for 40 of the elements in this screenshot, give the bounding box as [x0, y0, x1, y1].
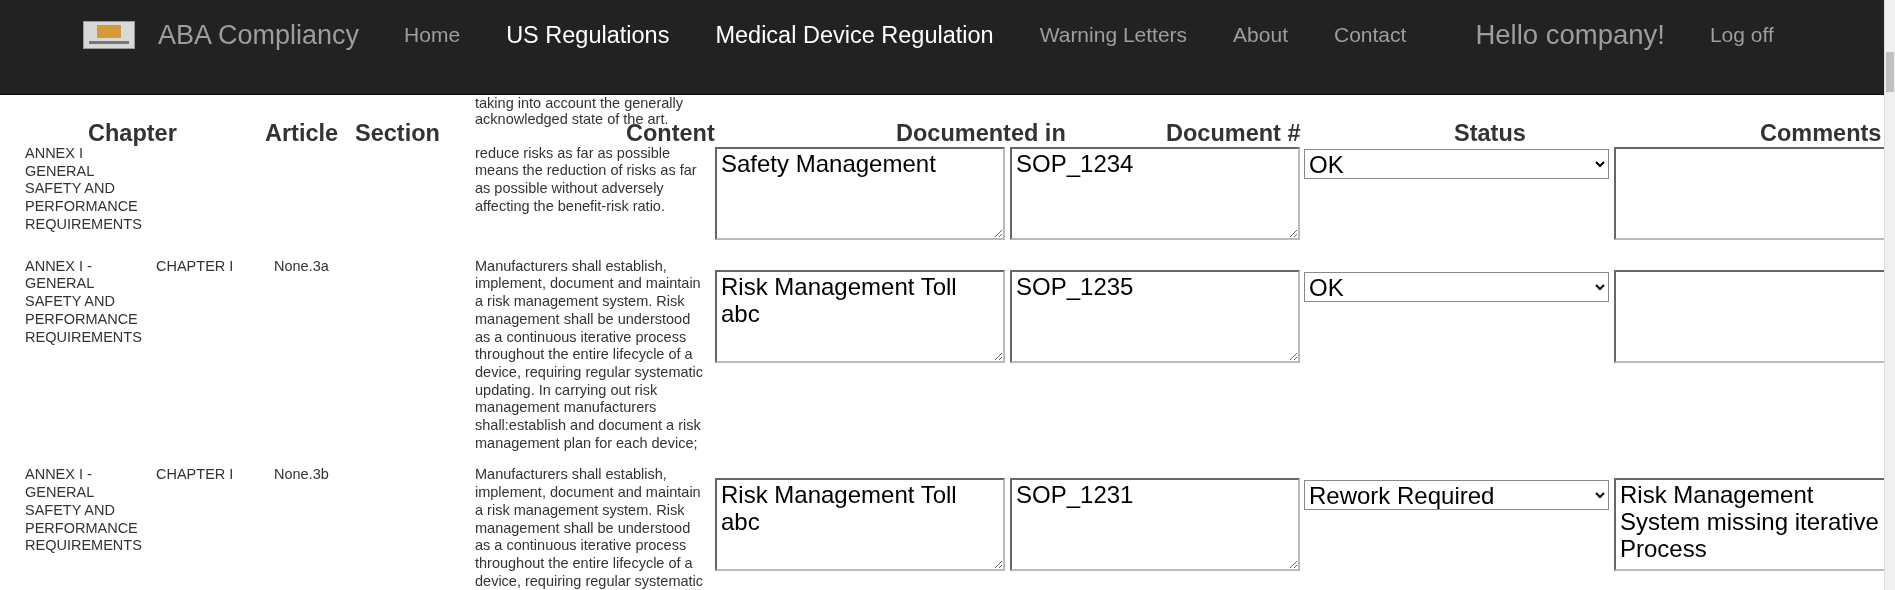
chapter-text: CHAPTER I	[156, 466, 234, 483]
documented-in-field[interactable]: Risk Management Toll abc	[715, 478, 1005, 572]
column-header: Status	[1454, 122, 1526, 144]
nav-link[interactable]: Medical Device Regulation	[715, 21, 994, 49]
logo-icon[interactable]	[83, 21, 135, 49]
column-header: Section	[355, 122, 440, 144]
documented-in-field[interactable]: Safety Management	[715, 147, 1005, 240]
column-header: Chapter	[88, 122, 177, 144]
document-number-field[interactable]: SOP_1235	[1010, 269, 1300, 363]
nav-link[interactable]: About	[1233, 23, 1288, 47]
nav-link[interactable]: Home	[404, 23, 461, 47]
brand-name[interactable]: ABA Compliancy	[158, 19, 360, 51]
column-header: Comments	[1760, 122, 1882, 144]
nav-link[interactable]: US Regulations	[506, 21, 670, 49]
chapter-text: CHAPTER I	[156, 257, 234, 274]
article-text: None.3a	[274, 257, 329, 274]
status-dropdown[interactable]: Rework Required	[1304, 480, 1609, 511]
nav-link[interactable]: Contact	[1334, 23, 1407, 47]
annex-text: ANNEX I GENERAL SAFETY AND PERFORMANCE REQUIREMENTS	[25, 145, 140, 234]
greeting-text: Hello company!	[1475, 19, 1665, 51]
column-header: Article	[265, 122, 339, 144]
documented-in-field[interactable]: Risk Management Toll abc	[715, 269, 1005, 363]
comments-field[interactable]	[1614, 269, 1884, 363]
document-number-field[interactable]: SOP_1234	[1010, 147, 1300, 240]
content-text: Manufacturers shall establish, implement, document and maintain a risk management system. Risk management shall be understood as a continuous iterative process throughout the entire lifecycle of a device, requiring regular systematic	[475, 466, 705, 590]
annex-text: ANNEX I - GENERAL SAFETY AND PERFORMANCE REQUIREMENTS	[25, 466, 140, 555]
article-text: None.3b	[274, 466, 329, 483]
content-text: Manufacturers shall establish, implement, document and maintain a risk management system. Risk management shall be understood as a continuous iterative process throughout the entire lifecycle of a device, requiring regular systematic updating. In carrying out risk management manufacturers shall:establish and document a risk management plan for each device;	[475, 257, 705, 453]
comments-field[interactable]	[1614, 147, 1884, 240]
comments-field[interactable]: Risk Management System missing iterative Process	[1614, 478, 1884, 572]
status-dropdown[interactable]: OK	[1304, 149, 1609, 179]
annex-text: ANNEX I - GENERAL SAFETY AND PERFORMANCE REQUIREMENTS	[25, 257, 140, 347]
scrollbar[interactable]	[1884, 0, 1895, 590]
status-dropdown[interactable]: OK	[1304, 271, 1609, 302]
column-header: Documented in	[896, 122, 1066, 144]
column-header: Document #	[1166, 122, 1301, 144]
content-text: reduce risks as far as possible means the reduction of risks as far as possible without adversely affecting the benefit-risk ratio.	[475, 144, 698, 216]
document-number-field[interactable]: SOP_1231	[1010, 478, 1300, 572]
nav-link[interactable]: Warning Letters	[1039, 23, 1188, 47]
log-off-link[interactable]: Log off	[1709, 23, 1774, 47]
